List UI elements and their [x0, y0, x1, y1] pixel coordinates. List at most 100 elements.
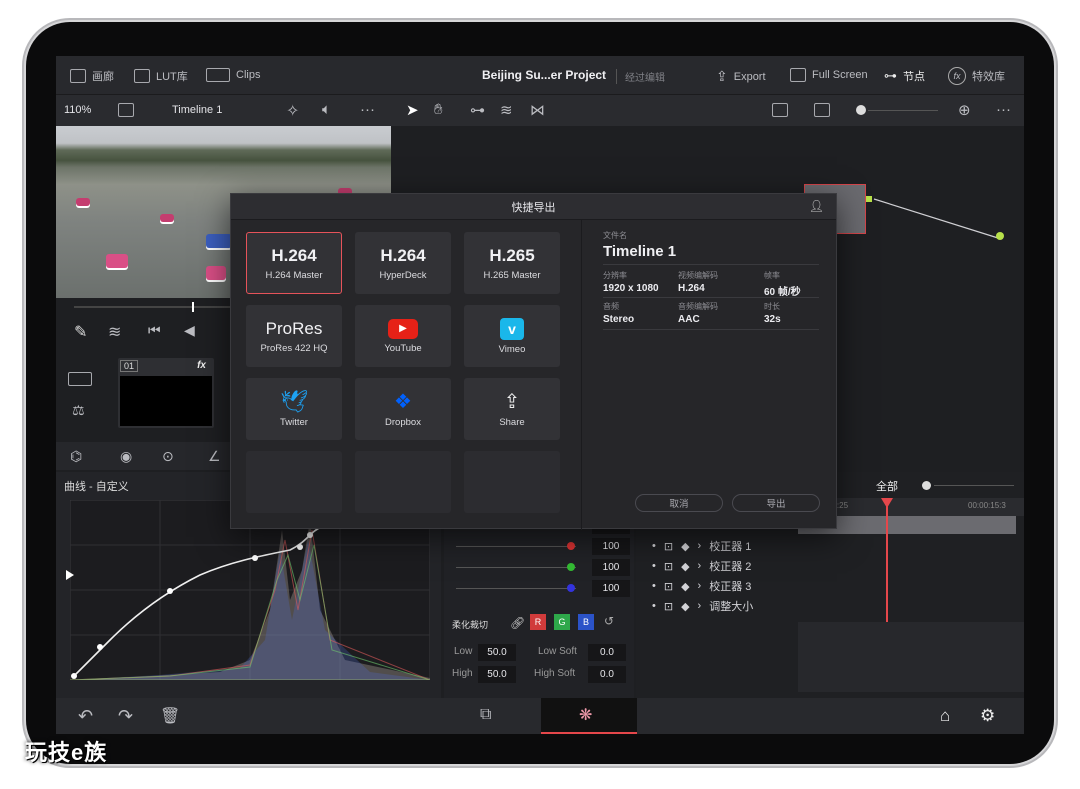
export-button[interactable]: ⇪ Export [716, 68, 766, 85]
color-wheel-tab[interactable]: ◉ [120, 448, 132, 465]
cancel-button[interactable]: 取消 [635, 494, 723, 512]
filter-all[interactable]: 全部 [876, 478, 898, 494]
fullscreen-button[interactable]: Full Screen [790, 68, 868, 82]
dialog-title: 快捷导出 [231, 194, 836, 220]
scope-icon [814, 103, 830, 117]
low-label: Low [454, 646, 473, 657]
home-button[interactable]: ⌂ [940, 706, 950, 726]
edit-page-button[interactable]: ⧉ [480, 706, 491, 724]
duration-block: 时长 32s [764, 302, 781, 325]
zoom-slider-track[interactable] [868, 110, 938, 111]
clip-card[interactable]: 01 fx [118, 358, 214, 428]
value-red[interactable]: 100 [592, 538, 630, 555]
high-soft-value[interactable]: 0.0 [588, 666, 626, 683]
quick-export-dialog: 快捷导出 👤︎ H.264 H.264 Master H.264 HyperDe… [230, 193, 837, 530]
lut-button[interactable]: LUT库 [134, 68, 188, 84]
still-button[interactable] [772, 103, 788, 117]
hand-tool[interactable]: ✋︎ [434, 101, 443, 118]
slider-red[interactable] [456, 546, 576, 547]
scope-button[interactable] [814, 103, 830, 117]
timeline-zoom-knob[interactable] [922, 481, 931, 490]
picker-button[interactable]: ✎ [74, 322, 87, 342]
node-end-port[interactable] [996, 232, 1004, 240]
boat [76, 198, 90, 206]
slider-red-knob[interactable] [567, 542, 575, 550]
hdr-tab[interactable]: ⊙ [162, 448, 174, 465]
preset-youtube[interactable]: ▶ YouTube [355, 305, 451, 367]
scrubber-playhead[interactable] [192, 302, 194, 312]
curves-tab[interactable]: ∠ [208, 448, 221, 465]
preset-vimeo[interactable]: v Vimeo [464, 305, 560, 367]
fps-block: 帧率 60 帧/秒 [764, 271, 801, 298]
split-tool[interactable]: ⋈ [530, 101, 545, 119]
preset-h265-master[interactable]: H.265 H.265 Master [464, 232, 560, 294]
clips-button[interactable]: Clips [206, 68, 260, 82]
undo-button[interactable]: ↶ [78, 706, 93, 727]
boat [206, 234, 232, 248]
preset-empty [355, 451, 451, 513]
gallery-button[interactable]: 画廊 [70, 68, 114, 84]
viewer-mode-button[interactable] [118, 103, 134, 117]
low-soft-value[interactable]: 0.0 [588, 644, 626, 661]
preset-h264-master[interactable]: H.264 H.264 Master [246, 232, 342, 294]
redo-button[interactable]: ↷ [118, 706, 133, 727]
add-node-button[interactable]: ⊕ [958, 101, 971, 119]
reverse-button[interactable]: ◀ [184, 322, 195, 339]
top-bar: 画廊 LUT库 Clips Beijing Su...er Project 经过… [56, 56, 1024, 94]
slider-green[interactable] [456, 567, 576, 568]
clips-side-button[interactable] [68, 372, 92, 386]
slider-green-knob[interactable] [567, 563, 575, 571]
preset-dropbox[interactable]: ❖ Dropbox [355, 378, 451, 440]
preset-prores[interactable]: ProRes ProRes 422 HQ [246, 305, 342, 367]
layers-button[interactable]: ≋ [108, 322, 121, 342]
low-value[interactable]: 50.0 [478, 644, 516, 661]
layer-row[interactable]: • ⊡ ◆ › 调整大小 [652, 596, 753, 616]
preset-hyperdeck[interactable]: H.264 HyperDeck [355, 232, 451, 294]
dialog-divider [581, 220, 582, 530]
tools-side-button[interactable]: ⚖︎ [72, 402, 85, 419]
layer-row[interactable]: • ⊡ ◆ › 校正器 2 [652, 556, 751, 576]
filename-value[interactable]: Timeline 1 [603, 243, 676, 260]
slider-blue[interactable] [456, 588, 576, 589]
high-value[interactable]: 50.0 [478, 666, 516, 683]
preset-twitter[interactable]: 🕊︎ Twitter [246, 378, 342, 440]
preset-share[interactable]: ⇪ Share [464, 378, 560, 440]
magic-button[interactable]: ✧ [286, 101, 299, 121]
more-right-button[interactable]: ··· [996, 101, 1011, 118]
pointer-tool[interactable]: ➤ [406, 101, 419, 119]
timeline-zoom-track[interactable] [934, 485, 1014, 486]
zoom-slider-knob[interactable] [856, 105, 866, 115]
layers-tool[interactable]: ≋ [500, 101, 513, 119]
lock-icon: ⊡ [663, 560, 674, 573]
go-start-button[interactable]: ⏮︎ [148, 322, 161, 339]
gallery-icon [70, 69, 86, 83]
lock-icon: ⊡ [663, 580, 674, 593]
camera-raw-tab[interactable]: ⌬ [70, 448, 82, 465]
nodes-button[interactable]: ⊶ 节点 [884, 68, 925, 84]
reset-icon[interactable]: ↺ [604, 614, 614, 628]
slider-blue-knob[interactable] [567, 584, 575, 592]
color-page-tab[interactable]: ❋ [541, 698, 637, 734]
export-confirm-button[interactable]: 导出 [732, 494, 820, 512]
audio-button[interactable]: 🔈︎ [322, 101, 331, 118]
layer-row[interactable]: • ⊡ ◆ › 校正器 1 [652, 536, 751, 556]
value-blue[interactable]: 100 [592, 580, 630, 597]
zoom-level[interactable]: 110% [64, 104, 91, 116]
layer-row[interactable]: • ⊡ ◆ › 校正器 3 [652, 576, 751, 596]
node-tool[interactable]: ⊶ [470, 101, 485, 119]
account-settings-icon[interactable]: 👤︎ [809, 199, 824, 213]
twitter-icon: 🕊︎ [280, 388, 308, 414]
effects-button[interactable]: fx 特效库 [948, 67, 1005, 85]
link-icon[interactable]: 🔗︎ [510, 616, 525, 630]
curve-marker-icon[interactable] [66, 570, 74, 580]
blue-channel-toggle[interactable]: B [578, 614, 594, 630]
more-button[interactable]: ··· [360, 101, 375, 118]
timeline-selector[interactable]: Timeline 1 [172, 104, 222, 116]
red-channel-toggle[interactable]: R [530, 614, 546, 630]
edited-status: 经过编辑 [616, 69, 665, 84]
value-green[interactable]: 100 [592, 559, 630, 576]
vimeo-icon: v [500, 317, 524, 340]
settings-button[interactable]: ⚙ [980, 706, 995, 726]
green-channel-toggle[interactable]: G [554, 614, 570, 630]
delete-button[interactable]: 🗑︎ [160, 706, 180, 726]
